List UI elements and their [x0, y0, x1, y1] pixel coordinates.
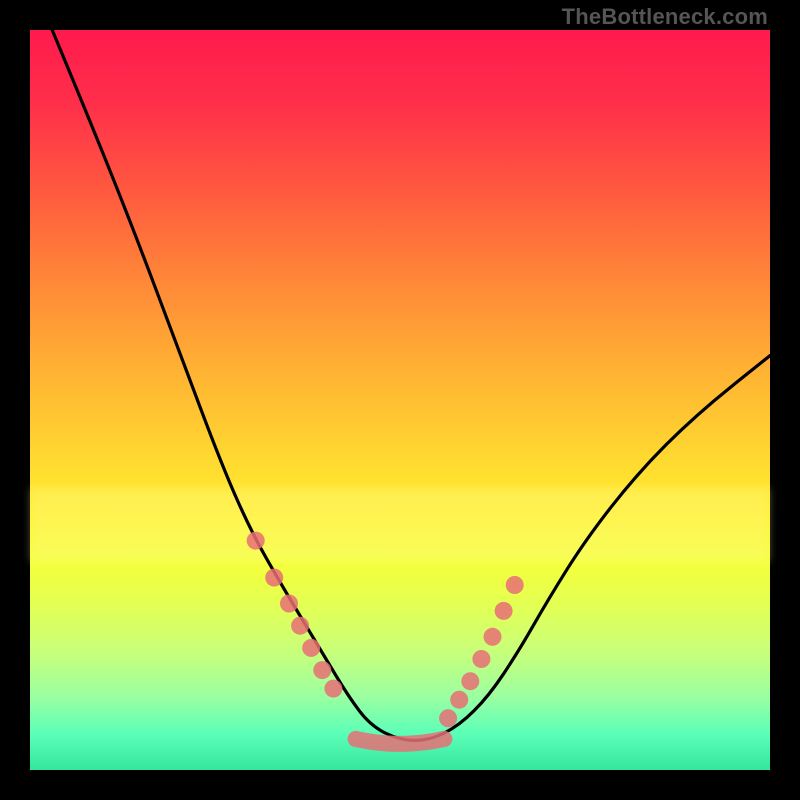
marker-dot: [484, 628, 502, 646]
marker-dot: [265, 569, 283, 587]
marker-dot: [472, 650, 490, 668]
marker-dot: [450, 691, 468, 709]
attribution-label: TheBottleneck.com: [562, 4, 768, 30]
marker-dot: [461, 672, 479, 690]
marker-dot: [302, 639, 320, 657]
chart-frame: TheBottleneck.com: [0, 0, 800, 800]
marker-dot: [280, 595, 298, 613]
marker-dot: [439, 709, 457, 727]
marker-dot: [324, 680, 342, 698]
markers-left: [247, 532, 343, 698]
marker-dot: [506, 576, 524, 594]
flat-bottom-overlay: [356, 739, 445, 744]
marker-dot: [495, 602, 513, 620]
bottleneck-curve: [52, 30, 770, 740]
marker-dot: [313, 661, 331, 679]
curve-layer: [30, 30, 770, 770]
marker-dot: [291, 617, 309, 635]
plot-area: [30, 30, 770, 770]
marker-dot: [247, 532, 265, 550]
